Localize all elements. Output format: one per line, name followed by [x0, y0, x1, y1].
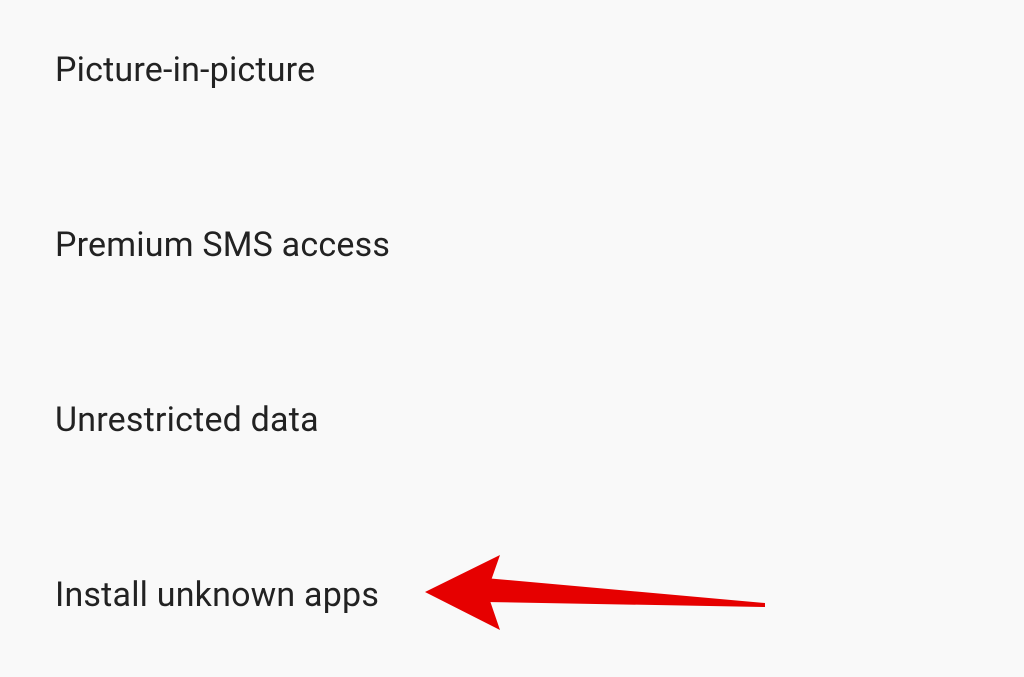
- settings-item-label: Unrestricted data: [55, 400, 319, 440]
- settings-item-label: Picture-in-picture: [55, 50, 315, 90]
- settings-item-label: Premium SMS access: [55, 225, 390, 265]
- settings-item-label: Install unknown apps: [55, 575, 379, 615]
- settings-item-picture-in-picture[interactable]: Picture-in-picture: [55, 50, 1024, 90]
- settings-list: Picture-in-picture Premium SMS access Un…: [0, 0, 1024, 615]
- settings-item-unrestricted-data[interactable]: Unrestricted data: [55, 400, 1024, 440]
- settings-item-premium-sms-access[interactable]: Premium SMS access: [55, 225, 1024, 265]
- settings-item-install-unknown-apps[interactable]: Install unknown apps: [55, 575, 1024, 615]
